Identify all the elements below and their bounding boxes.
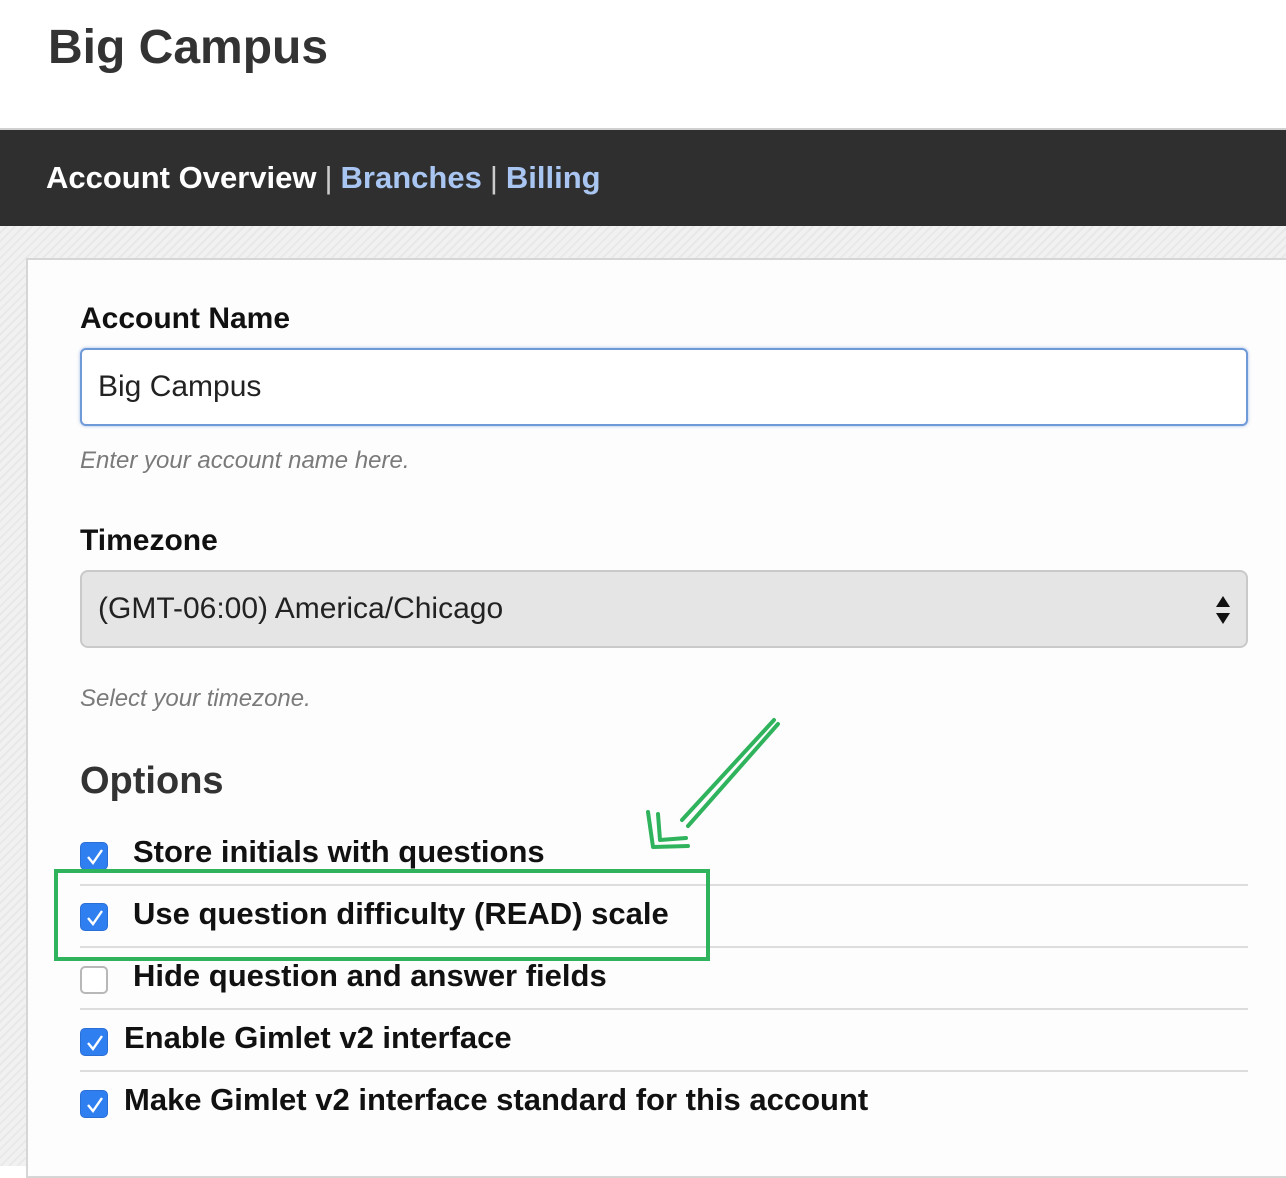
nav-separator: | [324, 160, 333, 195]
checkbox-store-initials[interactable] [80, 842, 108, 870]
option-label-hide-fields: Hide question and answer fields [133, 958, 607, 993]
timezone-label: Timezone [80, 524, 218, 557]
option-row-gimlet-v2: Enable Gimlet v2 interface [80, 1010, 1248, 1072]
option-row-read-scale: Use question difficulty (READ) scale [80, 886, 1248, 948]
option-label-read-scale: Use question difficulty (READ) scale [133, 896, 669, 931]
option-label-gimlet-v2: Enable Gimlet v2 interface [124, 1020, 512, 1055]
account-name-label: Account Name [80, 302, 291, 335]
account-name-help: Enter your account name here. [80, 447, 410, 474]
page-title: Big Campus [48, 21, 329, 74]
checkbox-gimlet-v2[interactable] [80, 1028, 108, 1056]
timezone-help: Select your timezone. [80, 685, 311, 712]
nav-separator: | [489, 160, 498, 195]
timezone-select[interactable]: (GMT-06:00) America/Chicago [80, 570, 1248, 648]
checkmark-icon [87, 849, 103, 865]
option-row-store-initials: Store initials with questions [80, 824, 1248, 886]
account-name-input[interactable] [80, 348, 1248, 426]
page-header: Big Campus [0, 0, 1286, 130]
select-arrows-icon [1216, 596, 1230, 624]
option-row-hide-fields: Hide question and answer fields [80, 948, 1248, 1010]
checkbox-hide-fields[interactable] [80, 966, 108, 994]
nav-link-branches[interactable]: Branches [341, 160, 482, 196]
checkbox-read-scale[interactable] [80, 903, 108, 931]
account-nav-bar: Account Overview | Branches | Billing [0, 130, 1286, 226]
option-label-gimlet-v2-standard: Make Gimlet v2 interface standard for th… [124, 1082, 869, 1117]
nav-link-billing[interactable]: Billing [506, 160, 601, 196]
option-label-store-initials: Store initials with questions [133, 834, 545, 869]
nav-items: Account Overview | Branches | Billing [46, 130, 601, 226]
nav-item-account-overview: Account Overview [46, 160, 317, 195]
checkbox-gimlet-v2-standard[interactable] [80, 1090, 108, 1118]
checkmark-icon [87, 1097, 103, 1113]
checkmark-icon [87, 910, 103, 926]
checkmark-icon [87, 1035, 103, 1051]
timezone-selected-value: (GMT-06:00) America/Chicago [98, 592, 504, 625]
options-heading: Options [80, 760, 224, 802]
option-row-gimlet-v2-standard: Make Gimlet v2 interface standard for th… [80, 1072, 1248, 1134]
